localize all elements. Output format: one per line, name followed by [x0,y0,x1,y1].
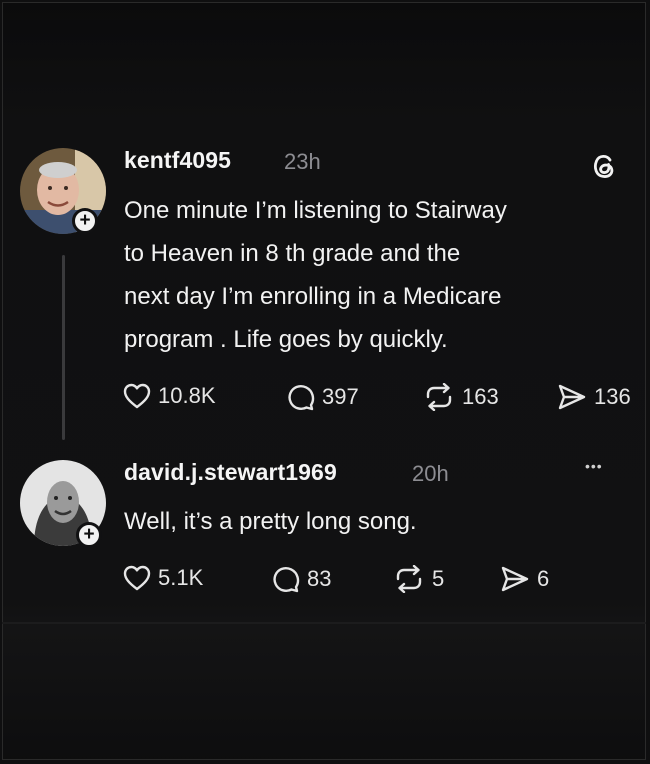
repost-action[interactable]: 5 [393,565,444,593]
divider [2,622,646,624]
repost-action[interactable]: 163 [423,383,499,411]
app-frame [2,2,646,760]
share-action[interactable]: 6 [500,565,549,593]
thread-line [62,255,65,440]
post-username[interactable]: david.j.stewart1969 [124,459,337,486]
threads-logo-icon[interactable] [590,151,618,186]
share-count: 6 [537,566,550,591]
share-action[interactable]: 136 [557,383,631,411]
repost-count: 163 [462,384,499,409]
heart-icon [123,383,151,409]
send-icon [558,384,586,410]
repost-icon [426,383,452,411]
like-count: 5.1K [158,565,204,590]
comment-icon [273,567,300,593]
reply-action[interactable]: 397 [287,383,359,411]
follow-button[interactable]: + [72,208,98,234]
post-text: Well, it’s a pretty long song. [124,508,417,535]
share-count: 136 [594,384,631,409]
reply-count: 397 [322,384,359,409]
avatar[interactable]: + [20,148,106,234]
more-options-icon[interactable]: ••• [585,458,603,474]
follow-button[interactable]: + [76,522,102,548]
heart-icon [123,565,151,591]
post-username[interactable]: kentf4095 [124,147,231,174]
reply-action[interactable]: 83 [272,565,331,593]
repost-count: 5 [432,566,445,591]
like-action[interactable]: 5.1K [123,565,203,591]
reply-count: 83 [307,566,332,591]
like-count: 10.8K [158,383,216,408]
post-text: One minute I’m listening to Stairway to … [124,197,507,353]
repost-icon [396,565,422,593]
post-time: 20h [412,461,449,486]
comment-icon [288,385,315,411]
like-action[interactable]: 10.8K [123,383,216,409]
send-icon [501,566,529,592]
post-time: 23h [284,149,321,174]
